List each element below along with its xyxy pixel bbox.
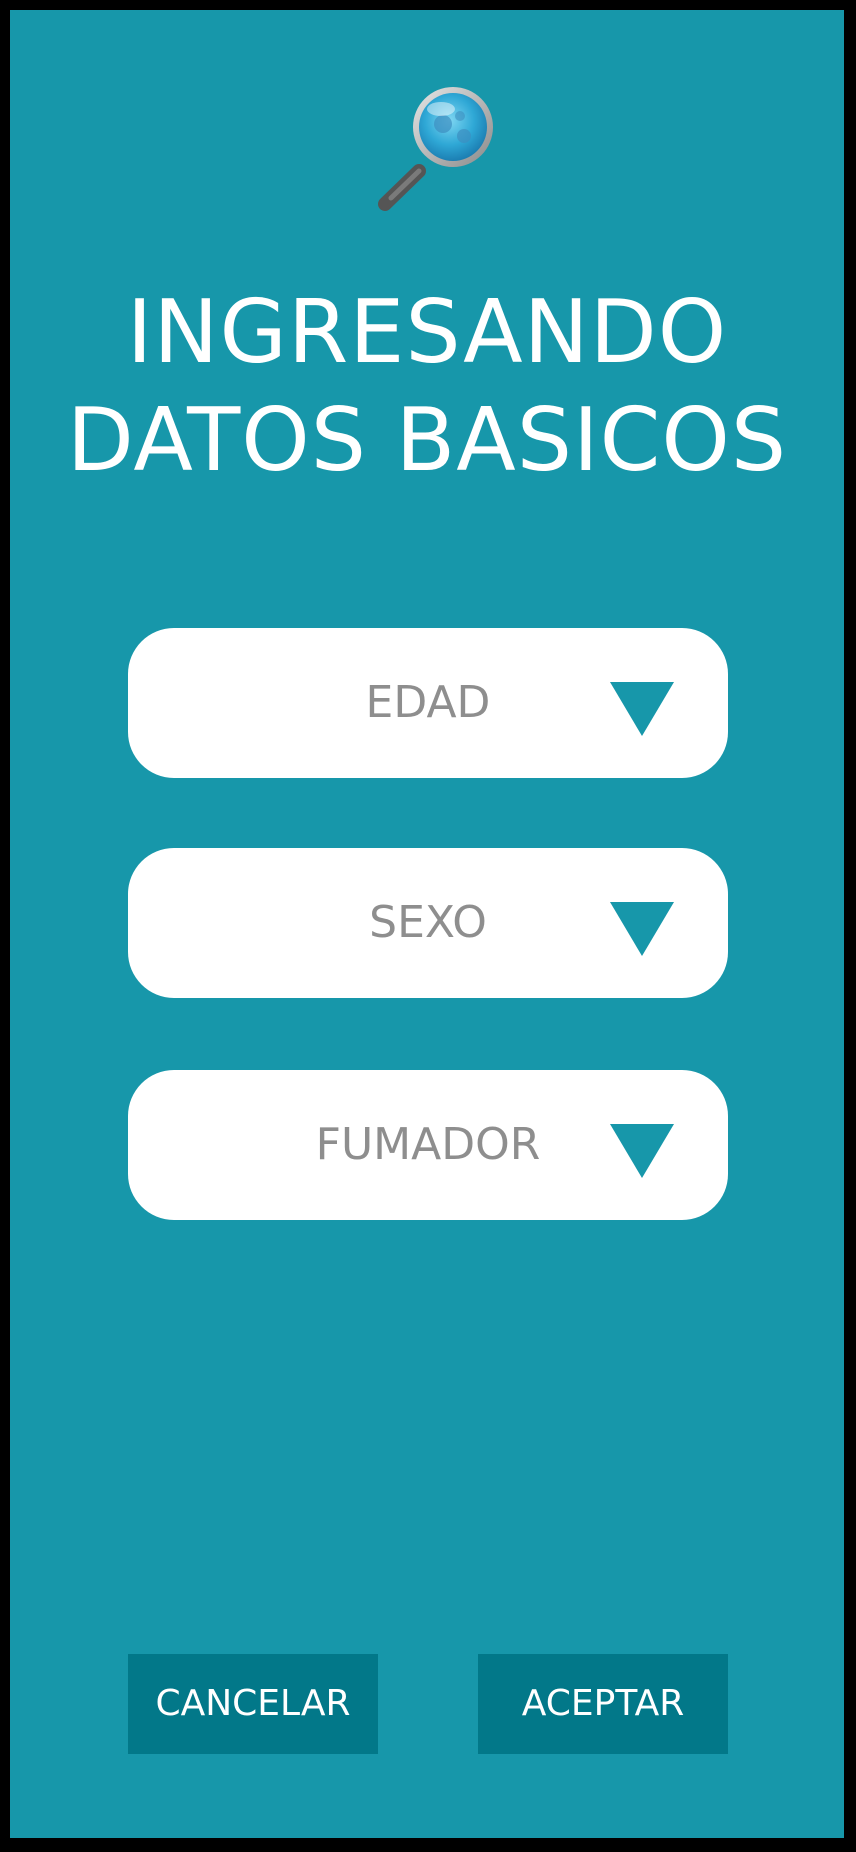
accept-button[interactable]: ACEPTAR	[478, 1654, 728, 1754]
edad-select[interactable]: EDAD	[128, 628, 728, 778]
magnifying-glass-icon	[365, 76, 505, 216]
app-screen: INGRESANDO DATOS BASICOS EDAD SEXO FUMAD…	[10, 10, 844, 1838]
sexo-select[interactable]: SEXO	[128, 848, 728, 998]
title-line-1: INGRESANDO	[126, 281, 728, 383]
triangle-down-icon	[610, 1124, 674, 1178]
page-title: INGRESANDO DATOS BASICOS	[10, 278, 844, 494]
fumador-select[interactable]: FUMADOR	[128, 1070, 728, 1220]
title-line-2: DATOS BASICOS	[66, 389, 788, 491]
triangle-down-icon	[610, 902, 674, 956]
triangle-down-icon	[610, 682, 674, 736]
cancel-button[interactable]: CANCELAR	[128, 1654, 378, 1754]
